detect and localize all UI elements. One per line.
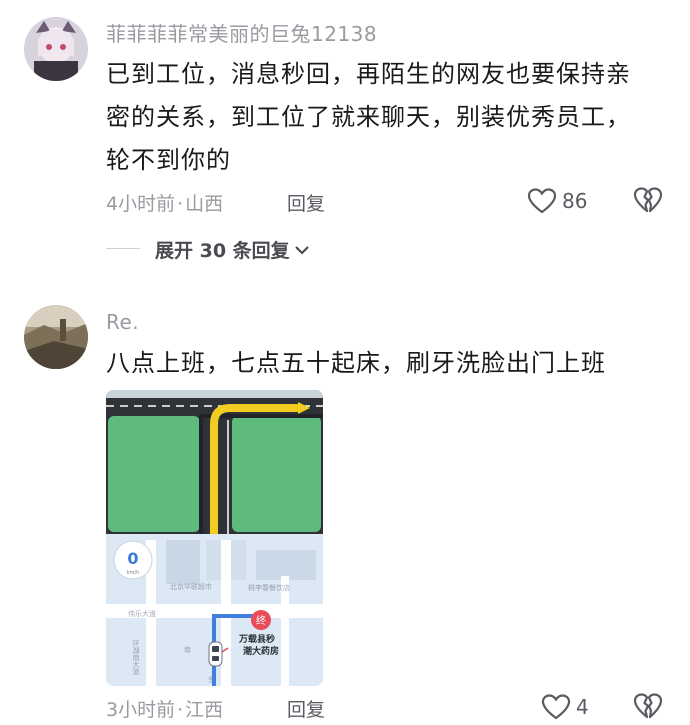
avatar[interactable] <box>24 17 88 81</box>
separator: · <box>177 193 184 215</box>
comment-text-line: 轮不到你的 <box>106 146 231 174</box>
broken-heart-icon <box>633 187 663 213</box>
dislike-button[interactable] <box>633 186 663 218</box>
speed-value: 0 <box>127 549 138 568</box>
destination-marker: 终 <box>256 614 266 627</box>
destination-label: 万载县秒 <box>238 633 275 645</box>
comment-text: 八点上班，七点五十起床，刷牙洗脸出门上班 <box>106 342 676 385</box>
expand-replies-label: 展开 30 条回复 <box>155 240 290 262</box>
like-count: 86 <box>562 189 588 213</box>
comment-text-line: 八点上班，七点五十起床，刷牙洗脸出门上班 <box>106 349 606 377</box>
comment-meta: 3小时前 · 江西 <box>106 695 223 722</box>
like-count: 4 <box>576 695 589 719</box>
location: 江西 <box>185 699 224 721</box>
dislike-button[interactable] <box>633 692 663 724</box>
username[interactable]: 菲菲菲菲常美丽的巨兔12138 <box>106 18 377 47</box>
separator: · <box>177 699 184 721</box>
map-label: 北京华联超市 <box>170 582 212 591</box>
map-label: 伟乐大道 <box>128 609 156 618</box>
navigation-map-image: 北京华联超市 桃李春餐饮店 伟乐大道 南 东 环湖南大道 0 km/h 终 万载… <box>106 390 323 686</box>
heart-icon <box>527 188 557 214</box>
like-button[interactable]: 4 <box>541 692 611 722</box>
heart-icon <box>541 694 571 720</box>
timestamp: 4小时前 <box>106 193 176 215</box>
expand-divider <box>106 248 140 249</box>
comment-image-navigation-map[interactable]: 北京华联超市 桃李春餐饮店 伟乐大道 南 东 环湖南大道 0 km/h 终 万载… <box>106 390 323 686</box>
map-label: 环湖南大道 <box>132 640 140 676</box>
comment-meta: 4小时前 · 山西 <box>106 189 223 216</box>
username[interactable]: Re. <box>106 310 139 334</box>
chevron-down-icon <box>294 245 309 255</box>
like-button[interactable]: 86 <box>527 186 607 216</box>
broken-heart-icon <box>633 693 663 719</box>
avatar[interactable] <box>24 305 88 369</box>
comment-text-line: 已到工位，消息秒回，再陌生的网友也要保持亲 <box>106 60 631 88</box>
map-label: 东 <box>208 675 215 684</box>
destination-label: 潮大药房 <box>243 645 279 657</box>
map-label: 桃李春餐饮店 <box>248 583 290 592</box>
reply-button[interactable]: 回复 <box>287 695 325 722</box>
location: 山西 <box>185 193 224 215</box>
map-label: 南 <box>184 645 191 654</box>
comment-text: 已到工位，消息秒回，再陌生的网友也要保持亲 密的关系，到工位了就来聊天，别装优秀… <box>106 53 676 182</box>
timestamp: 3小时前 <box>106 699 176 721</box>
comment-text-line: 密的关系，到工位了就来聊天，别装优秀员工， <box>106 103 631 131</box>
reply-button[interactable]: 回复 <box>287 189 325 216</box>
speed-unit: km/h <box>127 570 140 576</box>
expand-replies-button[interactable]: 展开 30 条回复 <box>155 236 310 263</box>
